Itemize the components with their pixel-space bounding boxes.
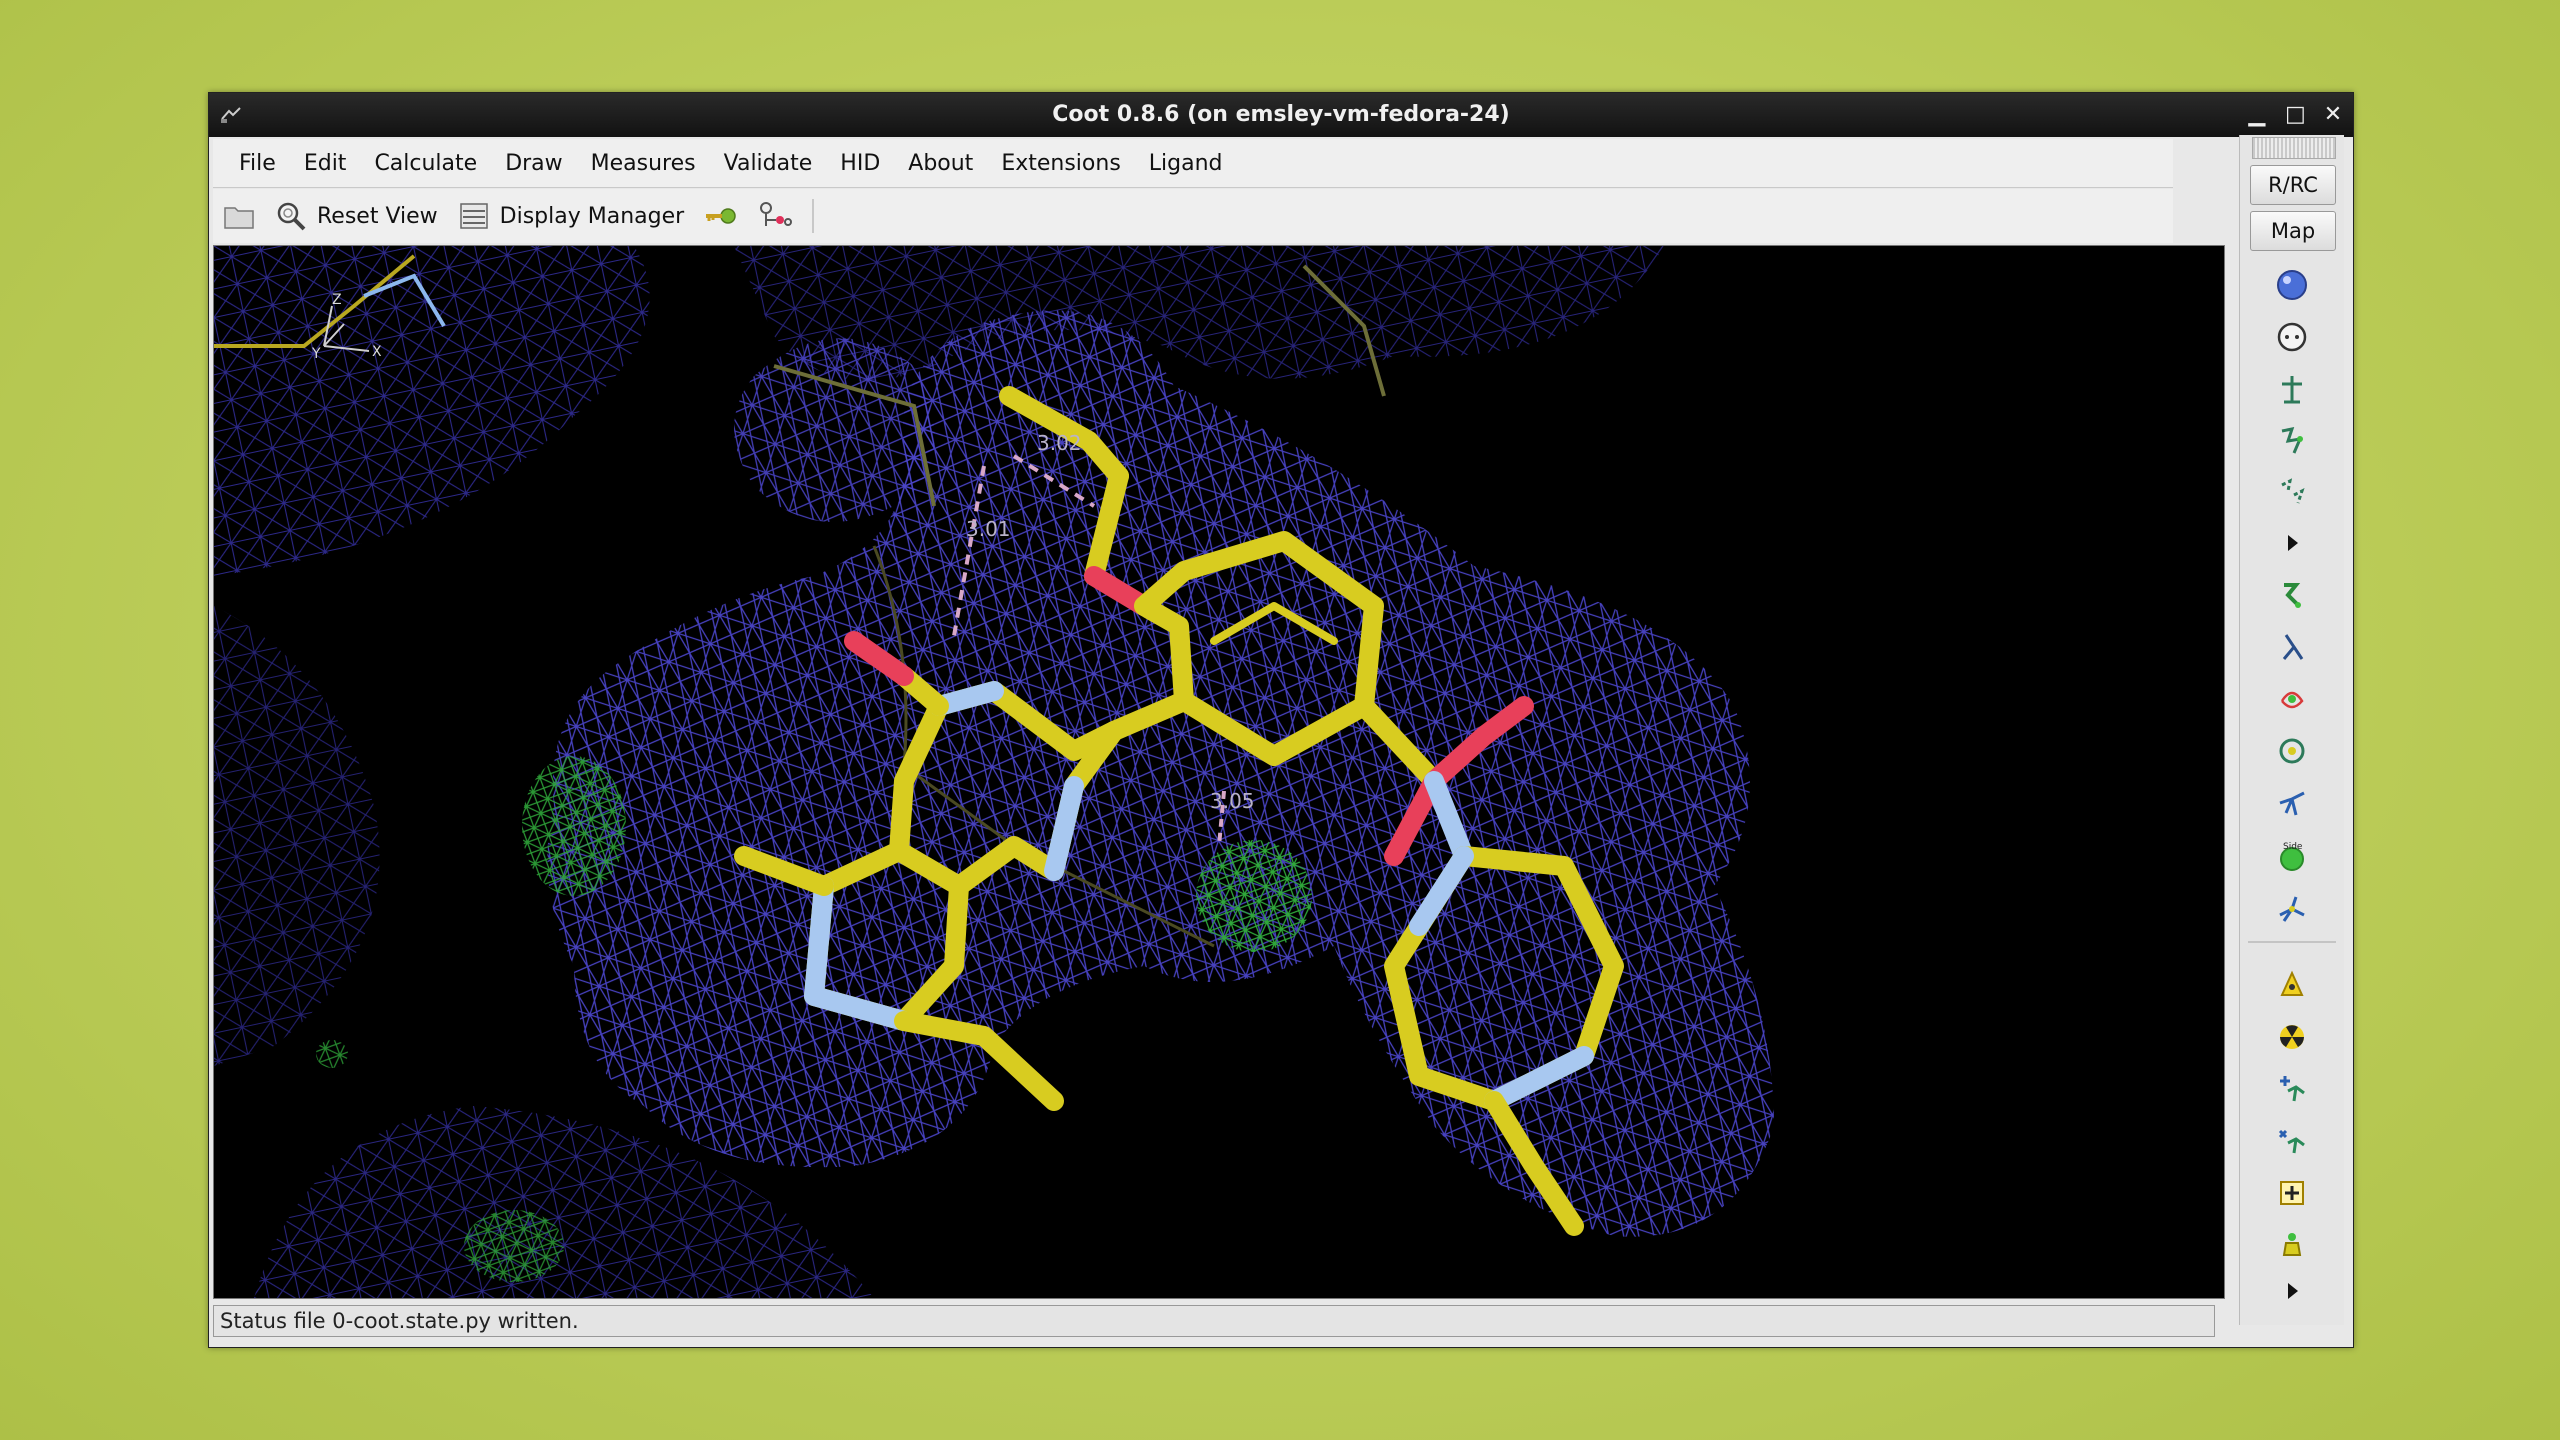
distance-label-1: 3.02 xyxy=(1037,431,1082,455)
rotamers-icon[interactable] xyxy=(2274,681,2310,717)
magnifier-icon xyxy=(277,202,306,231)
delete-icon[interactable] xyxy=(2274,1019,2310,1055)
difference-density-left xyxy=(522,756,626,896)
mutate-icon[interactable] xyxy=(2274,891,2310,927)
axis-label-z: Z xyxy=(332,292,342,308)
status-bar: Status file 0-coot.state.py written. xyxy=(213,1305,2215,1337)
folder-icon xyxy=(224,207,254,229)
molecule-scene: Z Y X 3.02 3.01 3.05 xyxy=(214,246,1774,1298)
menu-ligand[interactable]: Ligand xyxy=(1135,151,1237,176)
menu-file[interactable]: File xyxy=(213,151,290,176)
axis-label-y: Y xyxy=(311,346,321,362)
display-manager-label: Display Manager xyxy=(499,203,685,229)
density-mesh-upper xyxy=(734,338,935,522)
menu-edit[interactable]: Edit xyxy=(290,151,361,176)
menu-bar: File Edit Calculate Draw Measures Validate HID… xyxy=(213,139,2173,188)
toolbar: Reset View Display Manager xyxy=(213,189,2173,243)
distance-label-3: 3.05 xyxy=(1210,789,1255,813)
axis-label-x: X xyxy=(372,344,382,360)
add-alt-conf-icon[interactable] xyxy=(2274,1071,2310,1107)
difference-density-center xyxy=(1196,840,1312,952)
menu-validate[interactable]: Validate xyxy=(710,151,827,176)
mesh-region-topleft xyxy=(214,246,650,576)
torsion-icon[interactable] xyxy=(2274,733,2310,769)
menu-calculate[interactable]: Calculate xyxy=(360,151,491,176)
distance-label-2: 3.01 xyxy=(966,517,1011,541)
status-text: Status file 0-coot.state.py written. xyxy=(220,1309,579,1333)
rigid-body-fit-icon[interactable] xyxy=(2274,475,2310,511)
model-fit-button[interactable] xyxy=(748,193,804,239)
add-atom-icon[interactable] xyxy=(2274,967,2310,1003)
coot-window: Coot 0.8.6 (on emsley-vm-fedora-24) ▁ □ … xyxy=(208,92,2354,1348)
density-mesh-main xyxy=(547,310,1774,1237)
close-icon[interactable]: ✕ xyxy=(2323,104,2343,126)
more-arrow-icon[interactable] xyxy=(2274,525,2310,561)
open-file-button[interactable] xyxy=(213,193,265,239)
real-space-refine-icon[interactable] xyxy=(2274,423,2310,459)
svg-text:Side: Side xyxy=(2283,842,2303,852)
menu-about[interactable]: About xyxy=(894,151,987,176)
menu-draw[interactable]: Draw xyxy=(491,151,576,176)
key-icon xyxy=(706,208,736,224)
graphics-viewport[interactable]: Z Y X 3.02 3.01 3.05 xyxy=(213,245,2225,1299)
rotate-translate-icon[interactable] xyxy=(2274,267,2310,303)
delete-alt-conf-icon[interactable] xyxy=(2274,1123,2310,1159)
pepflip-icon[interactable] xyxy=(2274,785,2310,821)
right-toolbar: R/RC Map Side xyxy=(2239,135,2344,1325)
more-arrow-bottom-icon[interactable] xyxy=(2274,1273,2310,1309)
regularize-icon[interactable] xyxy=(2274,371,2310,407)
map-button[interactable]: Map xyxy=(2250,211,2336,251)
mesh-region-left xyxy=(214,606,380,1066)
menu-hid[interactable]: HID xyxy=(826,151,894,176)
display-manager-icon xyxy=(459,203,488,229)
place-atom-icon[interactable] xyxy=(2274,1175,2310,1211)
toolbar-handle[interactable] xyxy=(2252,137,2336,159)
side-chain-180-icon[interactable]: Side xyxy=(2274,837,2310,873)
reset-view-label: Reset View xyxy=(317,203,438,229)
rrc-button[interactable]: R/RC xyxy=(2250,165,2336,205)
window-title: Coot 0.8.6 (on emsley-vm-fedora-24) xyxy=(1052,102,1510,127)
title-bar[interactable]: Coot 0.8.6 (on emsley-vm-fedora-24) ▁ □ … xyxy=(209,93,2353,137)
reset-view-button[interactable]: Reset View xyxy=(265,193,448,239)
menu-extensions[interactable]: Extensions xyxy=(987,151,1134,176)
toolbar-separator xyxy=(812,199,815,233)
menu-measures[interactable]: Measures xyxy=(577,151,710,176)
sidebar-separator xyxy=(2248,941,2336,943)
difference-density-small xyxy=(316,1040,348,1068)
maximize-icon[interactable]: □ xyxy=(2285,104,2306,126)
water-icon[interactable] xyxy=(2274,1227,2310,1263)
difference-density-bottom xyxy=(464,1210,564,1282)
flip-peptide-icon[interactable] xyxy=(2274,629,2310,665)
display-manager-button[interactable]: Display Manager xyxy=(448,193,695,239)
go-to-atom-button[interactable] xyxy=(694,193,748,239)
molecule-icon xyxy=(760,202,793,226)
minimize-icon[interactable]: ▁ xyxy=(2247,104,2267,126)
auto-fit-rotamer-icon[interactable] xyxy=(2274,319,2310,355)
add-terminal-residue-icon[interactable] xyxy=(2274,577,2310,613)
